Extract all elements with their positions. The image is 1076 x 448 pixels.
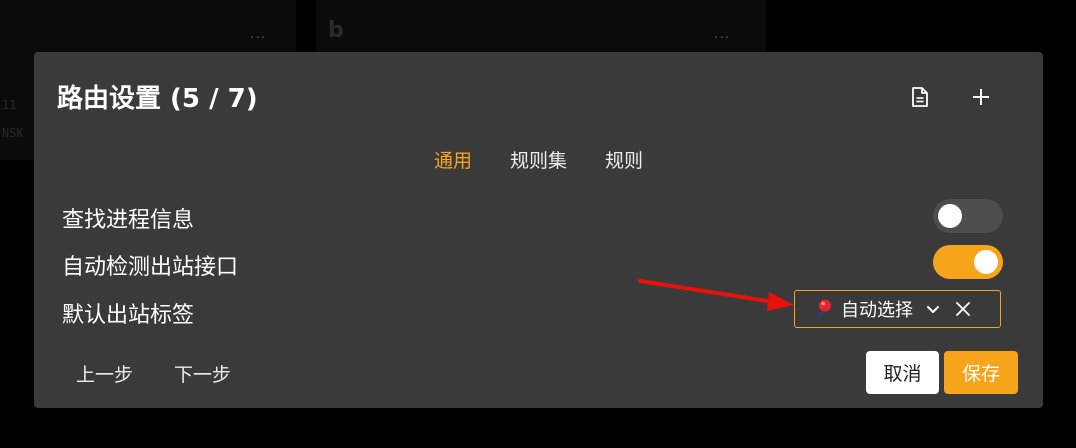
default-outbound-select[interactable]: 自动选择 (794, 290, 1001, 328)
find-process-toggle[interactable] (933, 199, 1003, 233)
routing-settings-modal: 路由设置 (5 / 7) 通用 规则集 规则 查找进程信息 自动检测出站接口 默… (34, 52, 1043, 408)
auto-detect-interface-label: 自动检测出站接口 (62, 255, 239, 280)
chevron-down-icon[interactable] (925, 300, 943, 318)
next-step-button[interactable]: 下一步 (174, 360, 231, 387)
modal-title: 路由设置 (5 / 7) (57, 84, 258, 114)
toggle-knob (938, 204, 962, 228)
document-icon[interactable] (907, 84, 933, 110)
settings-tabs: 通用 规则集 规则 (34, 146, 1043, 173)
more-icon: ... (714, 26, 731, 42)
previous-step-button[interactable]: 上一步 (76, 360, 133, 387)
default-outbound-label: 默认出站标签 (62, 303, 195, 328)
background-edge-text: 11 (2, 98, 17, 112)
pin-icon (815, 298, 833, 320)
save-button[interactable]: 保存 (944, 351, 1018, 394)
tab-rulesets[interactable]: 规则集 (510, 146, 567, 173)
selected-value: 自动选择 (841, 300, 913, 321)
auto-detect-interface-toggle[interactable] (933, 245, 1003, 279)
annotation-arrow (638, 279, 794, 311)
plus-icon[interactable] (968, 84, 994, 110)
tab-rules[interactable]: 规则 (605, 146, 643, 173)
toggle-knob (974, 250, 998, 274)
tab-general[interactable]: 通用 (434, 146, 472, 173)
more-icon: ... (250, 26, 267, 42)
cancel-button[interactable]: 取消 (866, 351, 939, 394)
clear-icon[interactable] (955, 300, 973, 318)
find-process-label: 查找进程信息 (62, 208, 195, 233)
background-card-title: b (328, 18, 344, 43)
background-edge-text: NSK (2, 126, 24, 140)
